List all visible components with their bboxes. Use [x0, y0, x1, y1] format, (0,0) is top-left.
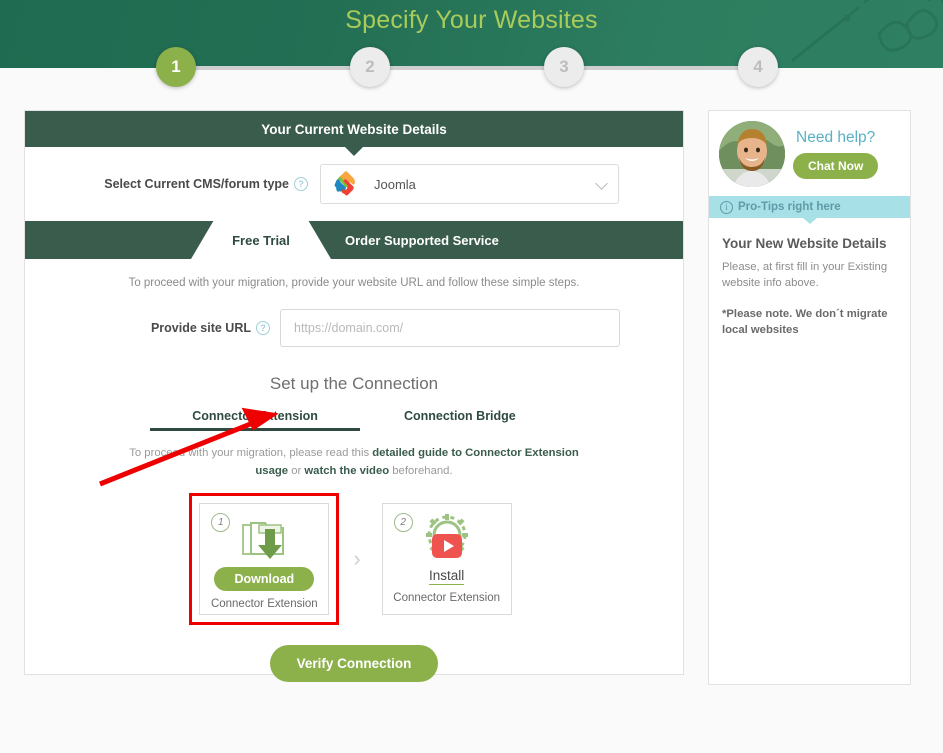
cms-select-label: Select Current CMS/forum type — [104, 177, 289, 191]
need-help-text-group: Need help? Chat Now — [793, 128, 879, 179]
sidebar-heading: Your New Website Details — [722, 236, 887, 251]
step-indicator-1[interactable]: 1 — [156, 47, 196, 87]
free-trial-content: To proceed with your migration, provide … — [25, 259, 683, 682]
info-icon: i — [720, 200, 733, 214]
tile-download-connector[interactable]: 1 Download Connector Extension — [199, 503, 330, 615]
tile-number-2: 2 — [393, 513, 413, 532]
cms-select-label-group: Select Current CMS/forum type ? — [25, 177, 320, 191]
tab-connector-extension[interactable]: Connector Extension — [150, 409, 360, 431]
step-indicator-3[interactable]: 3 — [544, 47, 584, 87]
download-tile-caption: Connector Extension — [210, 598, 318, 610]
guide-suffix: beforehand. — [389, 464, 453, 477]
install-tile-caption: Connector Extension — [393, 592, 501, 604]
step-label-2: 2 — [365, 57, 375, 76]
tab-free-trial-label: Free Trial — [232, 232, 290, 248]
connection-method-tabs: Connector Extension Connection Bridge — [25, 409, 683, 431]
sidebar-paragraph: Please, at first fill in your Existing w… — [722, 261, 888, 290]
download-button[interactable]: Download — [214, 567, 315, 591]
sidebar-note: *Please note. We don´t migrate local web… — [722, 307, 888, 337]
chevron-down-icon[interactable] — [595, 177, 608, 190]
download-folder-icon — [237, 514, 291, 562]
panel-header-title: Your Current Website Details — [261, 121, 447, 137]
joomla-logo-icon — [334, 171, 355, 196]
step-label-1: 1 — [171, 57, 181, 76]
help-icon[interactable]: ? — [294, 177, 308, 191]
connector-steps: 1 Download Connector Extension › 2 Insta… — [25, 493, 683, 625]
guide-prefix: To proceed with your migration, please r… — [129, 447, 373, 459]
new-website-details-block: Your New Website Details Please, at firs… — [709, 218, 910, 339]
guide-link-watch-video[interactable]: watch the video — [304, 465, 389, 477]
current-website-panel: Your Current Website Details Select Curr… — [24, 110, 684, 682]
cms-select-dropdown[interactable]: Joomla — [320, 164, 619, 204]
migration-hint: To proceed with your migration, provide … — [128, 277, 580, 289]
verify-row: Verify Connection — [25, 645, 683, 682]
service-tabbar: Free Trial Order Supported Service — [25, 221, 683, 259]
setup-connection-title: Set up the Connection — [269, 374, 439, 393]
verify-connection-button[interactable]: Verify Connection — [269, 645, 439, 682]
tab-order-supported-service-label: Order Supported Service — [345, 232, 499, 248]
need-help-block: Need help? Chat Now — [709, 111, 910, 196]
step-label-4: 4 — [753, 57, 763, 76]
panel-header: Your Current Website Details — [25, 111, 683, 156]
tab-connector-extension-label: Connector Extension — [192, 409, 318, 423]
tile-number-1: 1 — [211, 513, 231, 532]
step-indicator-2[interactable]: 2 — [350, 47, 390, 87]
site-url-input[interactable] — [280, 309, 620, 347]
chat-now-button[interactable]: Chat Now — [793, 152, 879, 179]
site-url-label: Provide site URL — [150, 321, 251, 335]
tab-order-supported-service[interactable]: Order Supported Service — [331, 221, 513, 259]
stepper-connector-line — [176, 66, 758, 70]
help-sidebar: Need help? Chat Now i Pro-Tips right her… — [708, 110, 911, 685]
panel-header-notch — [345, 147, 363, 156]
step-indicator-4[interactable]: 4 — [738, 47, 778, 87]
guide-middle: or — [288, 464, 305, 477]
pro-tips-label: Pro-Tips right here — [738, 201, 841, 213]
pro-tips-notch — [802, 218, 817, 224]
cms-select-row: Select Current CMS/forum type ? Joomla — [25, 147, 683, 221]
download-tile-highlight: 1 Download Connector Extension — [189, 493, 340, 625]
tab-free-trial[interactable]: Free Trial — [191, 221, 331, 259]
progress-stepper: 1 2 3 4 — [0, 0, 943, 100]
page-body: Your Current Website Details Select Curr… — [0, 68, 943, 685]
tab-connection-bridge[interactable]: Connection Bridge — [404, 409, 516, 431]
tab-connection-bridge-label: Connection Bridge — [403, 409, 516, 423]
help-icon[interactable]: ? — [256, 321, 270, 335]
need-help-label: Need help? — [796, 128, 876, 146]
tile-install-connector[interactable]: 2 Install Connector Extension — [381, 503, 512, 615]
install-tile-wrap: 2 Install Connector Extension — [375, 496, 519, 622]
site-url-row: Provide site URL ? — [25, 309, 683, 347]
guide-text: To proceed with your migration, please r… — [119, 445, 589, 480]
gear-play-install-icon — [422, 514, 472, 562]
avatar — [719, 120, 785, 187]
cms-selected-value: Joomla — [374, 176, 416, 192]
site-url-label-group: Provide site URL ? — [25, 321, 280, 335]
install-link[interactable]: Install — [429, 568, 465, 585]
pro-tips-banner: i Pro-Tips right here — [709, 196, 910, 224]
tile-separator-chevron-icon: › — [353, 546, 361, 571]
step-label-3: 3 — [559, 57, 569, 76]
